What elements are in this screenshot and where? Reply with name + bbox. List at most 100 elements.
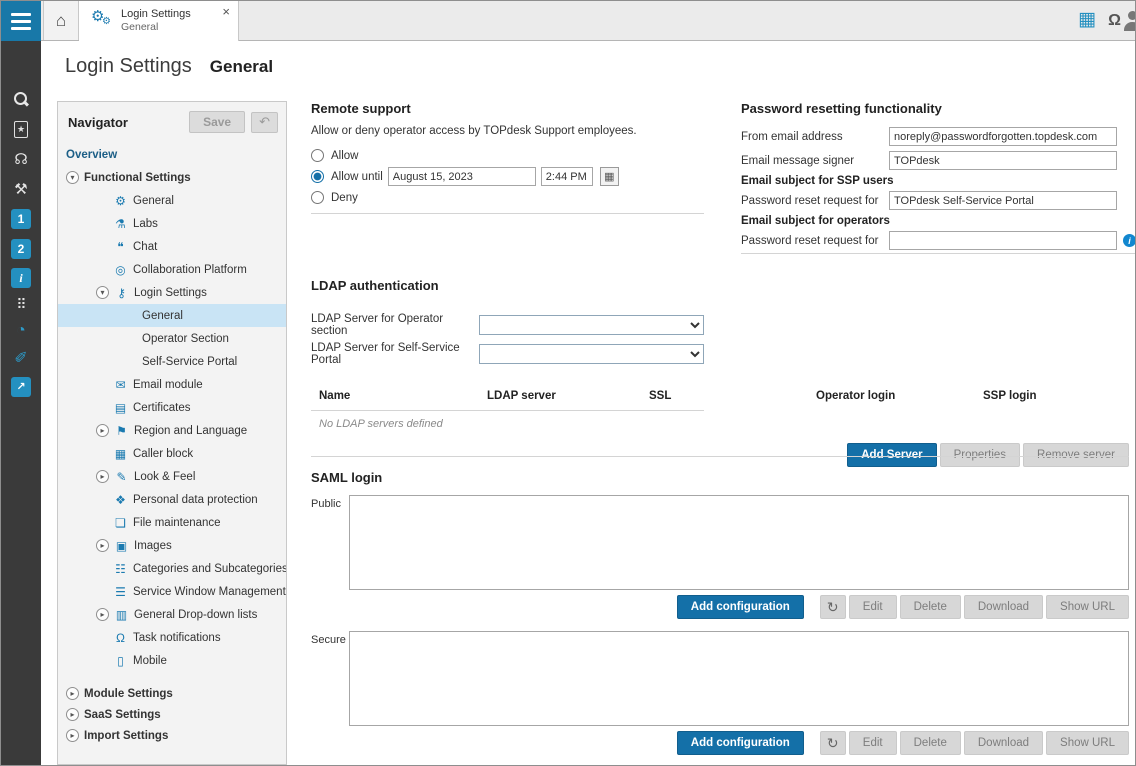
nav-item-module-settings[interactable]: Module Settings <box>58 683 286 704</box>
expand-icon[interactable] <box>96 470 109 483</box>
planner-icon[interactable]: ▦ <box>1078 10 1096 30</box>
nav-item-saas-settings[interactable]: SaaS Settings <box>58 704 286 725</box>
delete-button[interactable]: Delete <box>900 731 961 755</box>
date-picker-button[interactable]: ▦ <box>600 167 619 186</box>
nav-item-operator-section[interactable]: Operator Section <box>58 327 286 350</box>
bookmarks-icon[interactable]: ★ <box>1 115 41 143</box>
pencil-icon: ✎ <box>114 471 129 483</box>
refresh-button[interactable]: ↻ <box>820 595 846 619</box>
gear-icon: ⚙ <box>113 195 128 207</box>
ldap-ssp-row: LDAP Server for Self-Service Portal <box>311 342 1129 366</box>
nav-item-collaboration-platform[interactable]: ◎Collaboration Platform <box>58 258 286 281</box>
menu-button[interactable] <box>1 1 41 41</box>
nav-item-import-settings[interactable]: Import Settings <box>58 725 286 746</box>
from-email-input[interactable] <box>889 127 1117 146</box>
nav-item-mobile[interactable]: ▯Mobile <box>58 649 286 672</box>
ldap-operator-select[interactable] <box>479 315 704 335</box>
operator-subject-input[interactable] <box>889 231 1117 250</box>
nav-item-label: Region and Language <box>134 425 247 437</box>
add-server-button[interactable]: Add Server <box>847 443 936 467</box>
home-tab[interactable]: ⌂ <box>43 1 79 40</box>
delete-button[interactable]: Delete <box>900 595 961 619</box>
home-icon: ⌂ <box>56 11 66 31</box>
nav-item-images[interactable]: ▣Images <box>58 534 286 557</box>
page-title-sub: General <box>210 57 273 77</box>
saml-public-list[interactable] <box>349 495 1129 590</box>
saml-secure-list[interactable] <box>349 631 1129 726</box>
refresh-button[interactable]: ↻ <box>820 731 846 755</box>
edit-button[interactable]: Edit <box>849 595 897 619</box>
divider <box>741 253 1136 254</box>
nav-item-general[interactable]: ⚙General <box>58 189 286 212</box>
nav-item-certificates[interactable]: ▤Certificates <box>58 396 286 419</box>
search-icon[interactable] <box>1 85 41 113</box>
nav-item-labs[interactable]: ⚗Labs <box>58 212 286 235</box>
nav-item-chat[interactable]: ❝Chat <box>58 235 286 258</box>
edit-button[interactable]: Edit <box>849 731 897 755</box>
calendar-icon: ▦ <box>604 170 614 183</box>
tools-icon[interactable]: ⚒ <box>1 175 41 203</box>
nav-item-general-drop-down-lists[interactable]: ▥General Drop-down lists <box>58 603 286 626</box>
expand-icon[interactable] <box>66 687 79 700</box>
info-module-icon[interactable]: i <box>1 264 41 292</box>
download-button[interactable]: Download <box>964 595 1043 619</box>
operator-subject-row: Password reset request for i <box>741 231 1117 250</box>
nav-item-email-module[interactable]: ✉Email module <box>58 373 286 396</box>
nav-item-categories-and-subcategories[interactable]: ☷Categories and Subcategories <box>58 557 286 580</box>
tab-login-settings[interactable]: ⚙⚙ Login Settings General × <box>79 1 239 41</box>
ssp-subject-input[interactable] <box>889 191 1117 210</box>
second-line-module-icon[interactable]: 2 <box>1 235 41 263</box>
nav-item-login-settings[interactable]: ⚷Login Settings <box>58 281 286 304</box>
nav-item-general[interactable]: General <box>58 304 286 327</box>
nav-item-service-window-management[interactable]: ☰Service Window Management <box>58 580 286 603</box>
people-icon[interactable]: ⠿ <box>1 290 41 318</box>
notifications-bell-icon[interactable]: Ω <box>1108 11 1121 31</box>
nav-item-region-and-language[interactable]: ⚑Region and Language <box>58 419 286 442</box>
expand-icon[interactable] <box>96 424 109 437</box>
email-signer-row: Email message signer <box>741 151 1117 170</box>
show-url-button[interactable]: Show URL <box>1046 595 1129 619</box>
nav-item-file-maintenance[interactable]: ❏File maintenance <box>58 511 286 534</box>
nav-item-functional-settings[interactable]: Functional Settings <box>58 166 286 189</box>
nav-item-look-feel[interactable]: ✎Look & Feel <box>58 465 286 488</box>
allow-radio[interactable] <box>311 149 324 162</box>
collapse-icon[interactable] <box>96 286 109 299</box>
info-icon[interactable]: i <box>1123 234 1136 247</box>
collapse-icon[interactable] <box>66 171 79 184</box>
undo-button[interactable]: ↶ <box>251 112 278 133</box>
design-tool-icon[interactable]: ✐ <box>1 345 41 373</box>
allow-until-date-input[interactable] <box>388 167 536 186</box>
deny-radio[interactable] <box>311 191 324 204</box>
expand-icon[interactable] <box>96 608 109 621</box>
allow-until-time-input[interactable] <box>541 167 593 186</box>
show-url-button[interactable]: Show URL <box>1046 731 1129 755</box>
email-signer-input[interactable] <box>889 151 1117 170</box>
add-configuration-button[interactable]: Add configuration <box>677 731 804 755</box>
first-line-module-icon[interactable]: 1 <box>1 205 41 233</box>
dashboard-pie-icon[interactable]: ◔ <box>1 317 41 345</box>
ldap-ssp-select[interactable] <box>479 344 704 364</box>
nav-item-overview[interactable]: Overview <box>58 143 286 166</box>
add-configuration-button[interactable]: Add configuration <box>677 595 804 619</box>
nav-item-label: Chat <box>133 241 157 253</box>
remove-server-button[interactable]: Remove server <box>1023 443 1129 467</box>
allow-until-label: Allow until <box>331 171 383 183</box>
expand-icon[interactable] <box>66 708 79 721</box>
ldap-ssp-label: LDAP Server for Self-Service Portal <box>311 342 479 366</box>
nav-item-personal-data-protection[interactable]: ❖Personal data protection <box>58 488 286 511</box>
operator-support-icon[interactable]: ☊ <box>1 145 41 173</box>
external-link-icon[interactable]: ↗ <box>1 373 41 401</box>
nav-item-caller-block[interactable]: ▦Caller block <box>58 442 286 465</box>
from-email-row: From email address <box>741 127 1117 146</box>
nav-item-label: General <box>142 310 183 322</box>
expand-icon[interactable] <box>66 729 79 742</box>
close-tab-icon[interactable]: × <box>222 4 230 19</box>
user-profile-icon[interactable] <box>1122 10 1136 32</box>
allow-until-radio[interactable] <box>311 170 324 183</box>
expand-icon[interactable] <box>96 539 109 552</box>
nav-item-self-service-portal[interactable]: Self-Service Portal <box>58 350 286 373</box>
download-button[interactable]: Download <box>964 731 1043 755</box>
save-button[interactable]: Save <box>189 111 245 133</box>
nav-item-task-notifications[interactable]: ΩTask notifications <box>58 626 286 649</box>
properties-button[interactable]: Properties <box>940 443 1020 467</box>
